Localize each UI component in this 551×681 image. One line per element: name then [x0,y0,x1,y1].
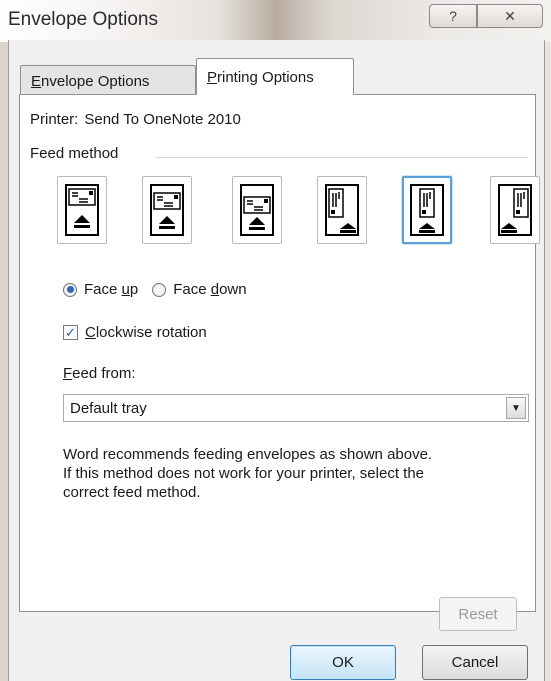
envelope-horizontal-right-icon [240,184,274,236]
dialog-client-area: Envelope Options Printing Options Printe… [8,40,545,681]
face-orientation-group: Face up Face down [63,281,247,298]
tab-printing-label: rinting Options [217,68,314,86]
face-down-label[interactable]: Face down [173,281,246,298]
feed-option-vertical-center[interactable] [402,176,452,244]
printer-info: Printer: Send To OneNote 2010 [30,111,241,128]
dropdown-arrow-icon[interactable]: ▼ [506,397,526,419]
feed-option-horizontal-right[interactable] [232,176,282,244]
title-bar: Envelope Options ? ✕ [0,0,551,42]
close-icon: ✕ [504,7,516,24]
envelope-vertical-right-icon [498,184,532,236]
info-line-3: correct feed method. [63,484,201,501]
printer-label: Printer: [30,111,79,128]
tab-envelope-mnemonic: E [31,72,42,90]
feed-from-select[interactable]: Default tray ▼ [63,394,529,422]
ok-button[interactable]: OK [290,645,396,680]
tab-printing-mnemonic: P [207,68,218,86]
feed-method-label: Feed method [30,145,119,162]
feed-option-horizontal-left[interactable] [57,176,107,244]
feed-recommendation-text: Word recommends feeding envelopes as sho… [63,445,533,502]
cancel-button[interactable]: Cancel [422,645,528,680]
feed-method-options [57,176,540,244]
face-down-radio[interactable] [152,282,167,297]
envelope-vertical-left-icon [325,184,359,236]
envelope-vertical-center-icon [410,184,444,236]
help-icon: ? [449,8,457,24]
feed-option-horizontal-center[interactable] [142,176,192,244]
close-button[interactable]: ✕ [477,4,543,28]
feed-from-value: Default tray [70,399,147,417]
radio-selected-dot [66,286,74,293]
dialog-title: Envelope Options [8,9,158,30]
face-up-label[interactable]: Face up [84,281,138,298]
face-up-radio[interactable] [63,282,77,297]
info-line-2: If this method does not work for your pr… [63,465,425,482]
clockwise-rotation-checkbox[interactable]: ✓ [63,325,78,340]
feed-method-divider [156,157,528,158]
envelope-horizontal-center-icon [150,184,184,236]
tab-envelope-label: nvelope Options [41,72,150,90]
feed-from-label: Feed from: [63,365,136,382]
clockwise-rotation-option: ✓ Clockwise rotation [63,324,207,341]
feed-option-vertical-left[interactable] [317,176,367,244]
tab-printing-options[interactable]: Printing Options [196,58,354,95]
feed-option-vertical-right[interactable] [490,176,540,244]
envelope-horizontal-left-icon [65,184,99,236]
printing-options-panel: Printer: Send To OneNote 2010 Feed method [19,94,540,631]
envelope-options-dialog: Envelope Options ? ✕ Envelope Options Pr… [0,0,551,681]
printer-name: Send To OneNote 2010 [84,111,241,128]
reset-button[interactable]: Reset [439,597,517,631]
clockwise-rotation-label[interactable]: Clockwise rotation [85,324,207,341]
help-button[interactable]: ? [429,4,477,28]
tab-envelope-options[interactable]: Envelope Options [20,65,196,96]
checkmark-icon: ✓ [65,324,76,340]
info-line-1: Word recommends feeding envelopes as sho… [63,446,433,463]
